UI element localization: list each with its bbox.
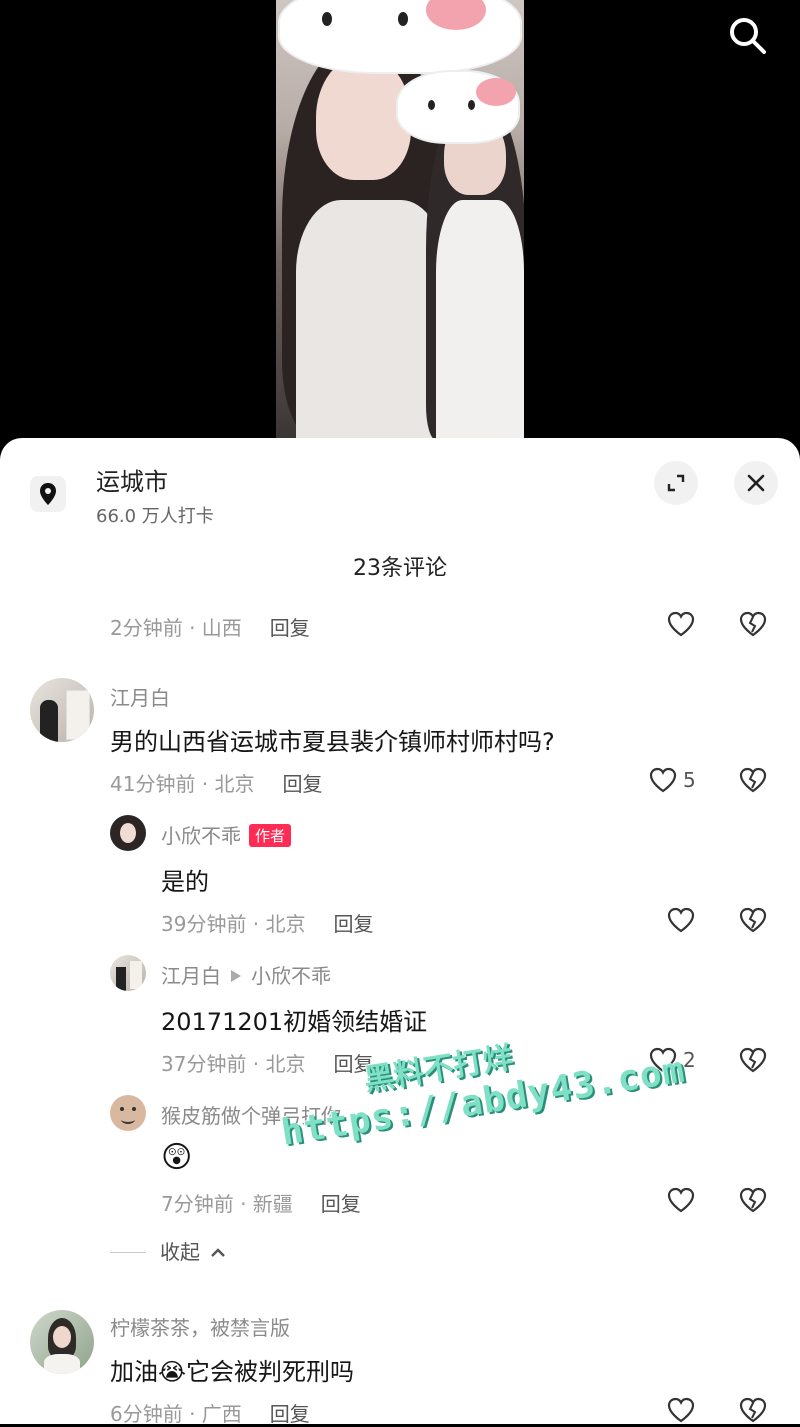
- reply-time: 7分钟前 · 新疆: [161, 1192, 293, 1216]
- dislike-icon[interactable]: [738, 766, 768, 794]
- avatar[interactable]: [110, 955, 146, 991]
- dislike-icon[interactable]: [738, 1046, 768, 1074]
- comment-author[interactable]: 江月白: [110, 682, 170, 711]
- location-pin-icon: [30, 476, 66, 512]
- bow-decoration: [476, 78, 516, 106]
- comment-text: 男的山西省运城市夏县裴介镇师村师村吗?: [110, 728, 555, 756]
- video-frame: [276, 0, 524, 440]
- person-shirt: [436, 200, 524, 440]
- like-count: 5: [683, 768, 696, 792]
- comment-meta: 2分钟前 · 山西 回复: [110, 612, 310, 641]
- reply-meta: 37分钟前 · 北京 回复: [161, 1048, 374, 1077]
- reply-author-name[interactable]: 小欣不乖: [161, 824, 241, 848]
- close-button[interactable]: [734, 461, 778, 505]
- search-button[interactable]: [724, 12, 772, 60]
- heart-icon[interactable]: [666, 610, 696, 638]
- dislike-icon[interactable]: [738, 1186, 768, 1214]
- reply-button[interactable]: 回复: [334, 912, 374, 936]
- avatar[interactable]: [30, 678, 94, 742]
- reply-to-name[interactable]: 小欣不乖: [251, 964, 331, 988]
- like-count: 2: [683, 1048, 696, 1072]
- comment-meta: 6分钟前 · 广西 回复: [110, 1398, 310, 1427]
- reply-text: 是的: [161, 868, 209, 896]
- comment-time: 6分钟前 · 广西: [110, 1402, 242, 1426]
- divider-line: [110, 1252, 146, 1253]
- reply-button[interactable]: 回复: [334, 1052, 374, 1076]
- location-checkins: 66.0 万人打卡: [96, 506, 214, 527]
- reply-button[interactable]: 回复: [283, 772, 323, 796]
- close-icon: [747, 474, 765, 492]
- expand-button[interactable]: [654, 461, 698, 505]
- comment-count: 23条评论: [353, 556, 447, 581]
- reply-text: 😲: [161, 1140, 193, 1175]
- heart-icon[interactable]: [666, 906, 696, 934]
- dislike-icon[interactable]: [738, 610, 768, 638]
- heart-icon[interactable]: [648, 766, 678, 794]
- collapse-replies-button[interactable]: 收起: [110, 1236, 226, 1265]
- heart-icon[interactable]: [666, 1186, 696, 1214]
- comment-meta: 41分钟前 · 北京 回复: [110, 768, 323, 797]
- reply-time: 39分钟前 · 北京: [161, 912, 306, 936]
- reply-time: 37分钟前 · 北京: [161, 1052, 306, 1076]
- chevron-up-icon: [211, 1248, 226, 1257]
- reply-author: 小欣不乖 作者: [161, 820, 292, 849]
- reply-author[interactable]: 猴皮筋做个弹弓打你: [161, 1100, 341, 1129]
- dislike-icon[interactable]: [738, 906, 768, 934]
- heart-icon[interactable]: [666, 1396, 696, 1424]
- avatar[interactable]: [110, 815, 146, 851]
- heart-icon[interactable]: [648, 1046, 678, 1074]
- expand-icon: [667, 474, 685, 492]
- author-badge: 作者: [249, 824, 292, 847]
- location-title[interactable]: 运城市: [96, 462, 168, 497]
- reply-button[interactable]: 回复: [270, 616, 310, 640]
- avatar[interactable]: [110, 1095, 146, 1131]
- reply-author-name[interactable]: 江月白: [161, 964, 221, 988]
- collapse-label: 收起: [160, 1240, 200, 1264]
- video-player[interactable]: [0, 0, 800, 440]
- reply-arrow-icon: [231, 970, 241, 982]
- reply-button[interactable]: 回复: [270, 1402, 310, 1426]
- reply-author: 江月白 小欣不乖: [161, 960, 331, 989]
- reply-button[interactable]: 回复: [321, 1192, 361, 1216]
- reply-meta: 7分钟前 · 新疆 回复: [161, 1188, 361, 1217]
- comment-text: 加油😭它会被判死刑吗: [110, 1358, 355, 1386]
- comment-author[interactable]: 柠檬茶茶，被禁言版: [110, 1312, 290, 1341]
- comment-time: 41分钟前 · 北京: [110, 772, 255, 796]
- comment-time: 2分钟前 · 山西: [110, 616, 242, 640]
- search-icon: [730, 18, 766, 54]
- avatar[interactable]: [30, 1310, 94, 1374]
- person-shirt: [296, 200, 446, 440]
- reply-text: 20171201初婚领结婚证: [161, 1008, 428, 1036]
- dislike-icon[interactable]: [738, 1396, 768, 1424]
- reply-meta: 39分钟前 · 北京 回复: [161, 908, 374, 937]
